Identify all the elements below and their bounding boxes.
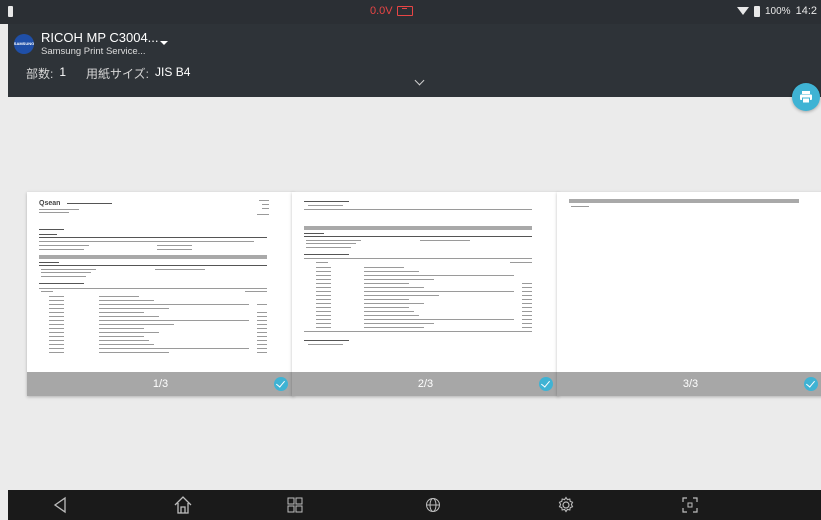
check-icon[interactable] [539,377,553,391]
screenshot-icon [682,497,698,513]
page-footer: 1/3 [27,372,294,396]
notification-icon [8,6,13,17]
recents-button[interactable] [283,493,307,517]
samsung-logo-text: SAMSUNG [13,41,35,46]
clock: 14:2 [795,5,817,17]
printer-name: RICOH MP C3004... [41,30,159,45]
low-battery-icon [396,6,413,16]
settings-button[interactable] [554,493,578,517]
page-thumbnail[interactable]: Qsean 1/3 [27,192,294,396]
chevron-down-icon[interactable] [160,41,168,45]
print-button[interactable] [792,83,820,111]
status-bar: 0.0V 100% 14:2 [0,0,821,24]
page-number: 2/3 [417,378,434,390]
browser-icon [426,498,440,512]
paper-size-label: 用紙サイズ: [86,67,150,81]
printer-selector[interactable]: SAMSUNG RICOH MP C3004... Samsung Print … [14,30,159,57]
print-options-header: SAMSUNG RICOH MP C3004... Samsung Print … [8,24,821,97]
home-icon [174,496,192,514]
paper-size-value: JIS B4 [155,65,191,79]
voltage-indicator: 0.0V [370,5,413,17]
browser-button[interactable] [421,493,445,517]
copies-value: 1 [59,65,67,79]
back-button[interactable] [48,493,72,517]
battery-icon [754,5,760,17]
page-footer: 3/3 [557,372,821,396]
check-icon[interactable] [274,377,288,391]
back-icon [53,496,66,514]
screenshot-button[interactable] [678,493,702,517]
page-number: 3/3 [682,378,699,390]
recents-icon [287,497,303,513]
battery-percent: 100% [765,5,791,17]
print-service-name: Samsung Print Service... [41,46,146,57]
status-icons: 100% 14:2 [737,5,817,17]
page-preview: Qsean [27,192,294,372]
print-settings-summary: 部数: 1 用紙サイズ: JIS B4 [26,65,204,82]
expand-options-icon[interactable] [414,75,425,86]
copies-label: 部数: [26,67,54,81]
voltage-text: 0.0V [370,5,393,17]
check-icon[interactable] [804,377,818,391]
home-button[interactable] [171,493,195,517]
settings-icon [558,496,574,513]
page-number: 1/3 [152,378,169,390]
navigation-bar [8,490,821,520]
page-preview [557,192,821,372]
page-preview [292,192,559,372]
page-thumbnail[interactable]: 2/3 [292,192,559,396]
page-footer: 2/3 [292,372,559,396]
samsung-logo-icon: SAMSUNG [13,33,35,54]
wifi-icon [737,7,749,15]
print-icon [800,91,812,104]
page-thumbnail[interactable]: 3/3 [557,192,821,396]
